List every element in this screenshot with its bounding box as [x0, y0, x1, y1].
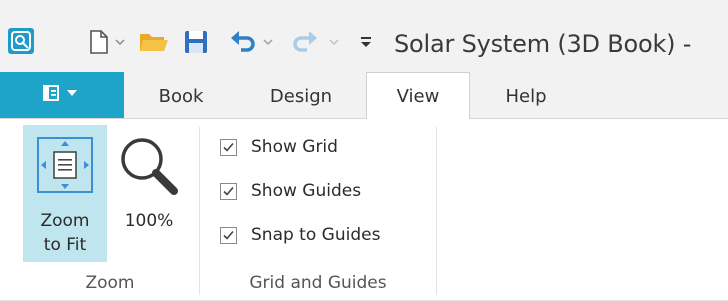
- show-guides-option[interactable]: Show Guides: [220, 177, 361, 205]
- tab-book[interactable]: Book: [126, 72, 236, 118]
- group-separator: [436, 127, 437, 295]
- show-grid-option[interactable]: Show Grid: [220, 133, 338, 161]
- zoom-group-label: Zoom: [85, 273, 135, 293]
- show-grid-checkbox[interactable]: [220, 138, 237, 156]
- save-icon[interactable]: [182, 22, 210, 62]
- app-menu-icon: [42, 83, 82, 107]
- zoom-100-button[interactable]: 100%: [110, 125, 188, 237]
- chevron-down-icon[interactable]: [262, 22, 274, 62]
- snap-to-guides-option[interactable]: Snap to Guides: [220, 221, 380, 249]
- grid-guides-group-label: Grid and Guides: [249, 273, 387, 293]
- chevron-down-icon[interactable]: [113, 22, 127, 62]
- customize-toolbar-icon[interactable]: [358, 22, 374, 62]
- zoom-to-fit-label-line2: to Fit: [43, 235, 87, 255]
- undo-icon[interactable]: [228, 22, 258, 62]
- chevron-down-icon[interactable]: [328, 22, 340, 62]
- redo-icon[interactable]: [290, 22, 320, 62]
- tab-help[interactable]: Help: [474, 72, 578, 118]
- ribbon-tab-row: Book Design View Help: [0, 72, 728, 119]
- app-icon[interactable]: [8, 28, 34, 54]
- app-menu-button[interactable]: [0, 72, 124, 118]
- snap-to-guides-checkbox[interactable]: [220, 226, 237, 244]
- ribbon-panel: Zoom to Fit 100% Zoom Show Grid Show Gui…: [0, 119, 728, 301]
- open-folder-icon[interactable]: [137, 22, 171, 62]
- new-document-icon[interactable]: [86, 22, 112, 62]
- zoom-to-fit-label-line1: Zoom: [40, 211, 90, 231]
- show-guides-checkbox[interactable]: [220, 182, 237, 200]
- zoom-100-label: 100%: [124, 211, 174, 231]
- zoom-to-fit-icon: [37, 137, 93, 197]
- show-grid-label: Show Grid: [251, 137, 338, 157]
- tab-design[interactable]: Design: [236, 72, 366, 118]
- show-guides-label: Show Guides: [251, 181, 362, 201]
- tab-view[interactable]: View: [366, 72, 470, 119]
- magnifier-icon: [116, 133, 182, 203]
- zoom-to-fit-button[interactable]: Zoom to Fit: [23, 125, 107, 262]
- window-title: Solar System (3D Book) -: [394, 30, 692, 58]
- snap-to-guides-label: Snap to Guides: [251, 225, 381, 245]
